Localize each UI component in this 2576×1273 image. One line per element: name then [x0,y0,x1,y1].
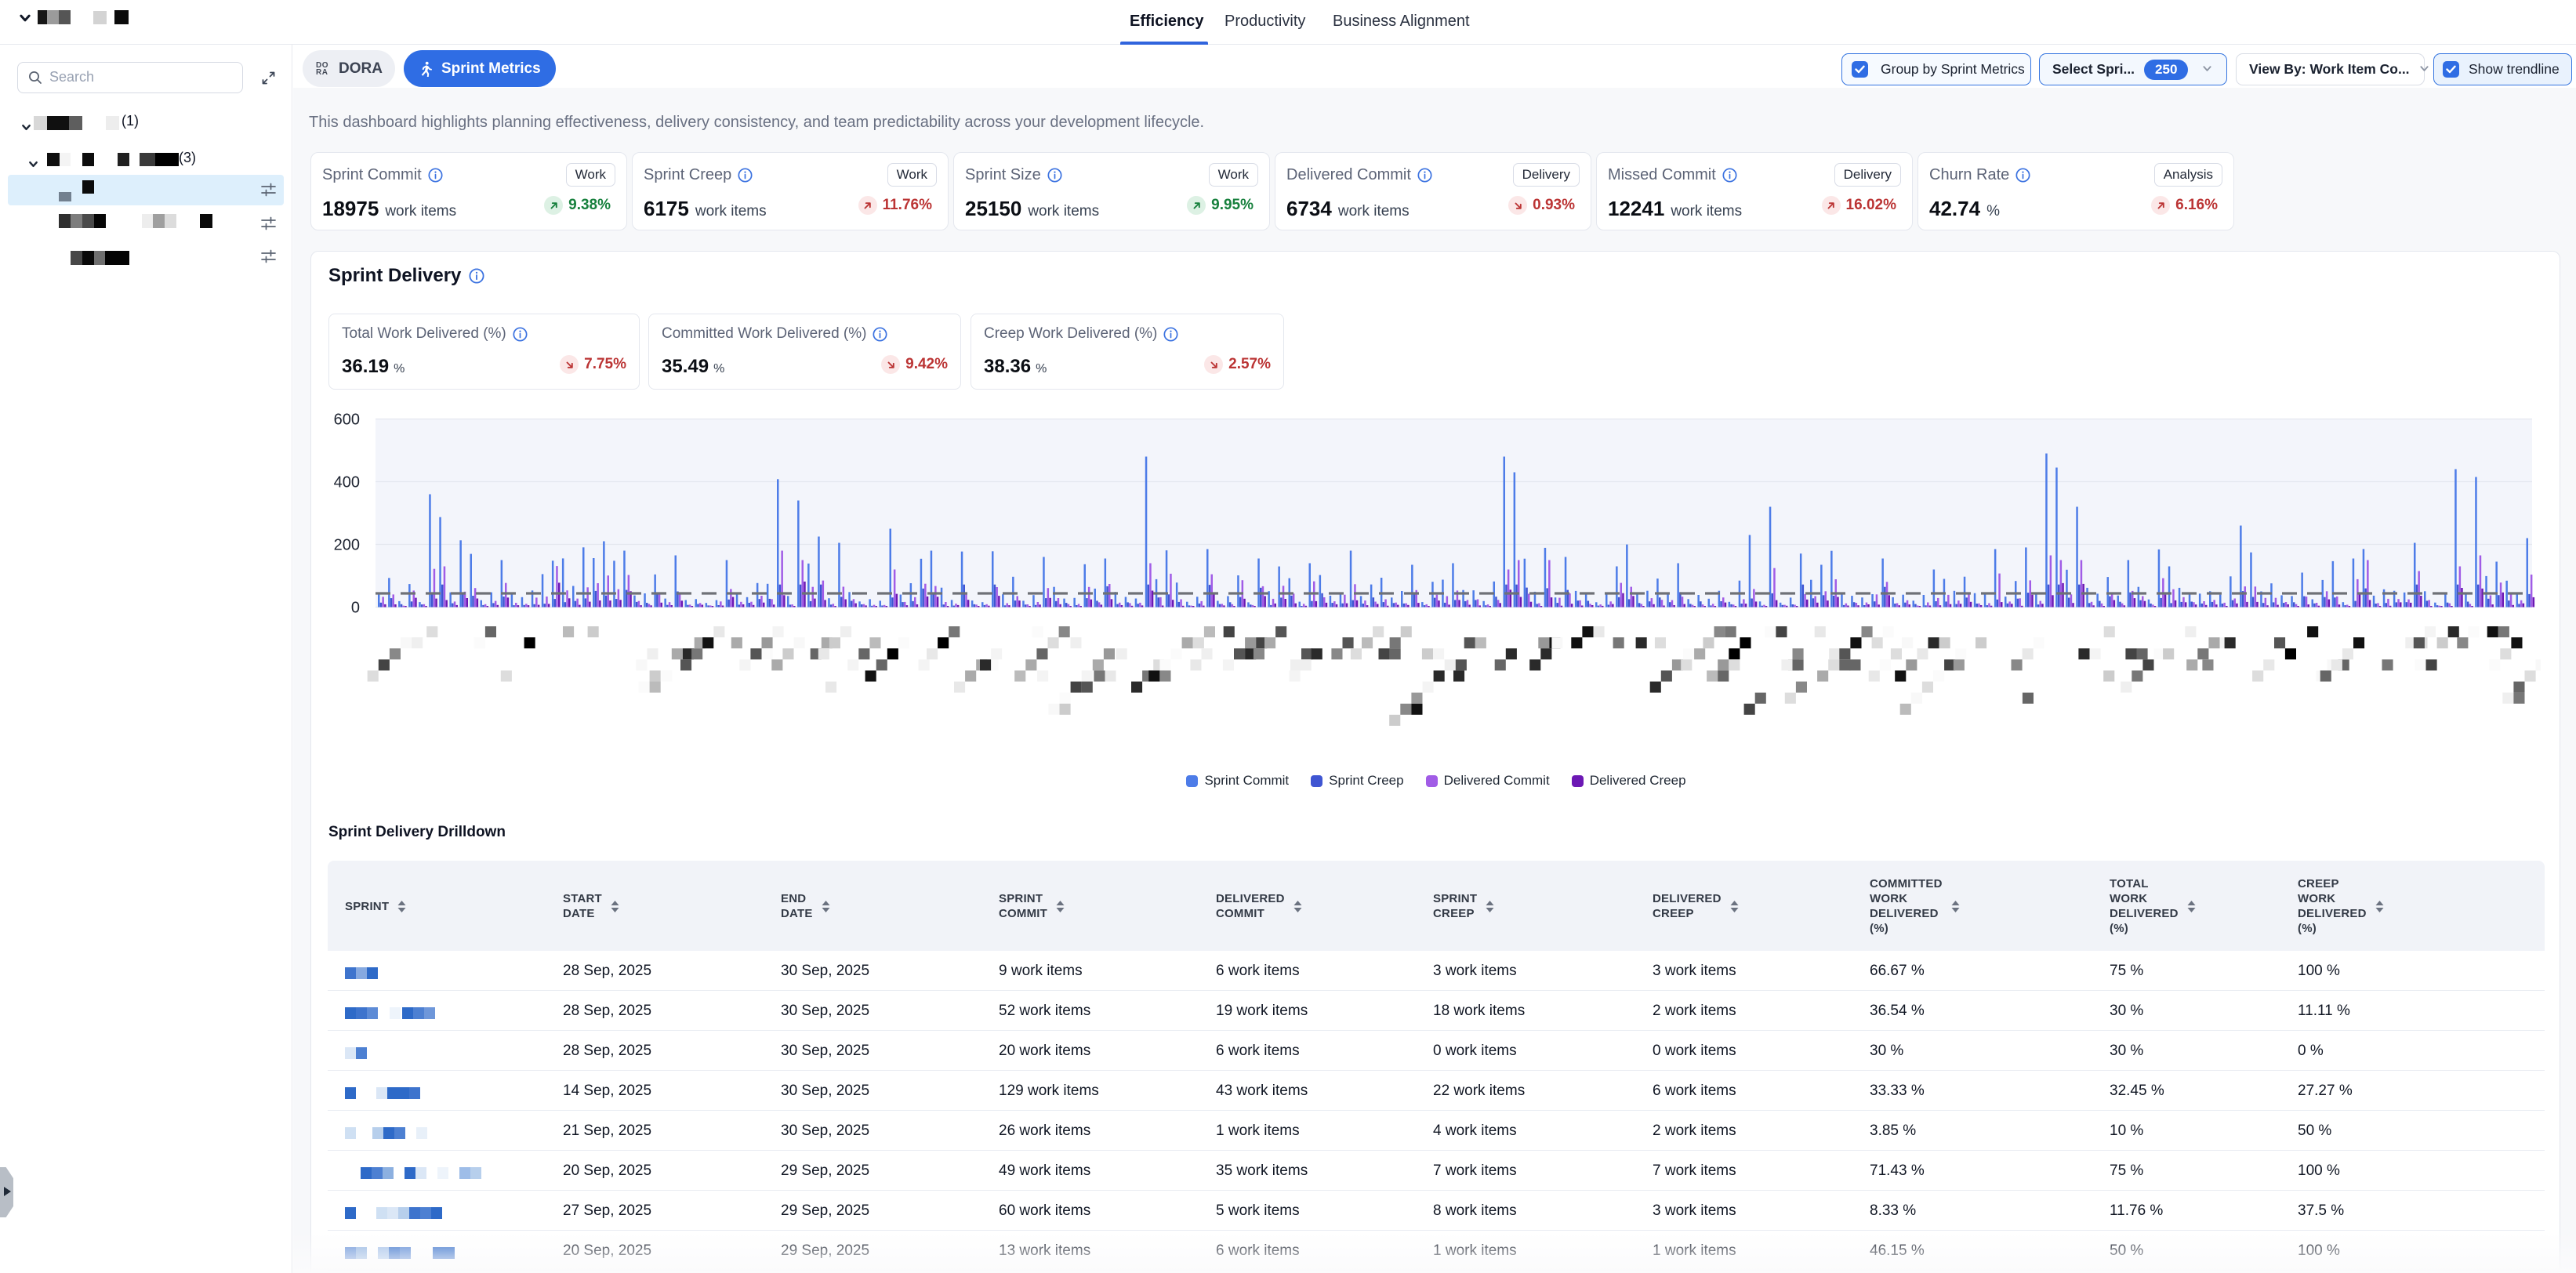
svg-text:200: 200 [334,537,360,554]
svg-text:400: 400 [334,474,360,491]
svg-text:0: 0 [351,600,360,617]
svg-text:600: 600 [334,412,360,429]
